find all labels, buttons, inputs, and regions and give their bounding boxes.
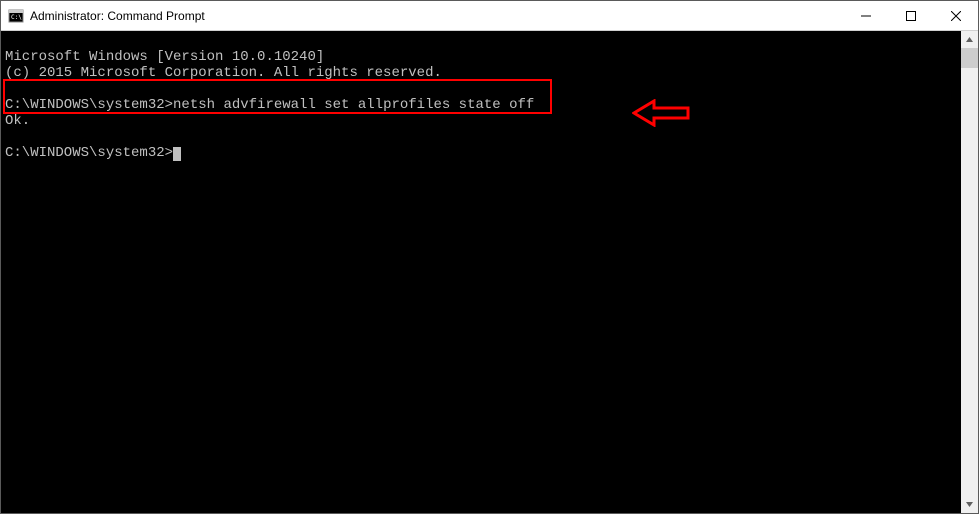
scrollbar-up-button[interactable] <box>961 31 978 48</box>
titlebar[interactable]: C:\ Administrator: Command Prompt <box>1 1 978 31</box>
vertical-scrollbar[interactable] <box>961 31 978 513</box>
console-prompt: C:\WINDOWS\system32> <box>5 145 173 161</box>
scrollbar-thumb[interactable] <box>961 48 978 68</box>
maximize-button[interactable] <box>888 1 933 30</box>
scrollbar-track[interactable] <box>961 48 978 496</box>
minimize-button[interactable] <box>843 1 888 30</box>
command-prompt-window: C:\ Administrator: Command Prompt Micros… <box>0 0 979 514</box>
cursor-icon <box>173 147 181 161</box>
console-line-copyright: (c) 2015 Microsoft Corporation. All righ… <box>5 65 442 81</box>
console-line-prompt: C:\WINDOWS\system32> <box>5 145 181 161</box>
window-controls <box>843 1 978 30</box>
cmd-icon: C:\ <box>8 8 24 24</box>
console-line-version: Microsoft Windows [Version 10.0.10240] <box>5 49 324 65</box>
console-prompt: C:\WINDOWS\system32> <box>5 97 173 113</box>
annotation-arrow-left-icon <box>565 83 692 148</box>
content-area: Microsoft Windows [Version 10.0.10240] (… <box>1 31 978 513</box>
scrollbar-down-button[interactable] <box>961 496 978 513</box>
console-line-command: C:\WINDOWS\system32>netsh advfirewall se… <box>5 97 534 113</box>
window-title: Administrator: Command Prompt <box>30 9 205 23</box>
console-command-text: netsh advfirewall set allprofiles state … <box>173 97 534 113</box>
close-button[interactable] <box>933 1 978 30</box>
svg-text:C:\: C:\ <box>11 14 22 21</box>
console-output[interactable]: Microsoft Windows [Version 10.0.10240] (… <box>1 31 961 513</box>
console-line-output: Ok. <box>5 113 30 129</box>
